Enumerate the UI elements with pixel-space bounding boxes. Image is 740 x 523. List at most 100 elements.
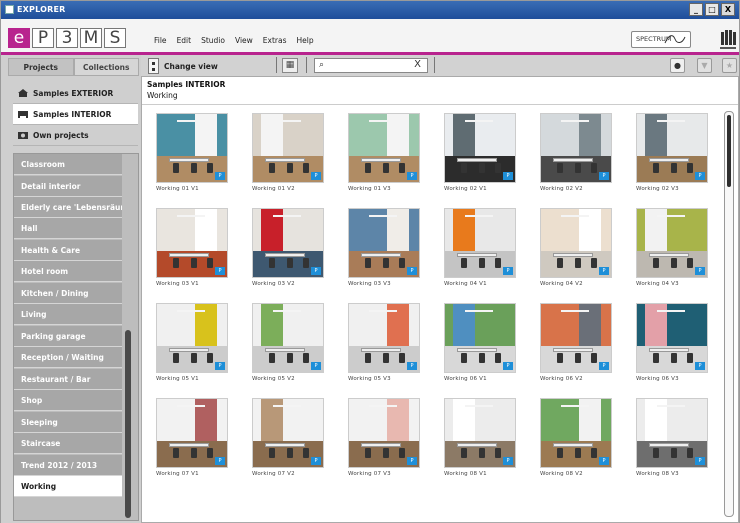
thumbnail-card[interactable]: P Working 05 V3	[348, 303, 420, 382]
close-button[interactable]: X	[721, 3, 735, 16]
category-item[interactable]: Hall	[14, 218, 122, 239]
thumbnail-card[interactable]: P Working 04 V2	[540, 208, 612, 287]
thumbnail-card[interactable]: P Working 04 V3	[636, 208, 708, 287]
category-item[interactable]: Classroom	[14, 154, 122, 175]
thumbnail-image[interactable]: P	[444, 208, 516, 278]
thumbnail-image[interactable]: P	[252, 113, 324, 183]
thumbnail-card[interactable]: P Working 07 V2	[252, 398, 324, 477]
thumbnail-card[interactable]: P Working 08 V3	[636, 398, 708, 477]
thumbnail-image[interactable]: P	[156, 208, 228, 278]
thumbnail-image[interactable]: P	[348, 113, 420, 183]
thumbnail-desk	[457, 348, 497, 352]
change-view-button[interactable]: Change view	[148, 58, 218, 74]
grid-icon: ▦	[285, 60, 295, 70]
category-item[interactable]: Hotel room	[14, 261, 122, 282]
search-input[interactable]	[331, 60, 411, 71]
thumbnail-image[interactable]: P	[348, 398, 420, 468]
thumbnail-card[interactable]: P Working 05 V1	[156, 303, 228, 382]
menu-edit[interactable]: Edit	[177, 36, 192, 45]
thumbnail-card[interactable]: P Working 01 V2	[252, 113, 324, 192]
thumbnail-card[interactable]: P Working 01 V3	[348, 113, 420, 192]
menu-view[interactable]: View	[235, 36, 253, 45]
thumbnail-image[interactable]: P	[540, 398, 612, 468]
maximize-button[interactable]: □	[705, 3, 719, 16]
thumbnail-card[interactable]: P Working 03 V3	[348, 208, 420, 287]
minimize-button[interactable]: _	[689, 3, 703, 16]
star-icon: ★	[725, 61, 734, 70]
tab-collections[interactable]: Collections	[73, 58, 139, 76]
thumbnail-desk	[169, 158, 209, 162]
thumbnail-image[interactable]: P	[540, 303, 612, 373]
thumbnail-image[interactable]: P	[444, 303, 516, 373]
thumbnail-card[interactable]: P Working 06 V3	[636, 303, 708, 382]
thumbnail-card[interactable]: P Working 01 V1	[156, 113, 228, 192]
thumbnail-card[interactable]: P Working 03 V2	[252, 208, 324, 287]
top-bar: e P 3 M S File Edit Studio View Extras H…	[1, 19, 739, 55]
category-item[interactable]: Kitchen / Dining	[14, 283, 122, 304]
thumbnail-image[interactable]: P	[636, 113, 708, 183]
category-item[interactable]: Sleeping	[14, 412, 122, 433]
source-samples-exterior[interactable]: Samples EXTERIOR	[13, 83, 138, 104]
category-item[interactable]: Elderly care 'Lebensräume'	[14, 197, 122, 218]
source-own-projects[interactable]: Own projects	[13, 125, 138, 146]
thumbnail-image[interactable]: P	[156, 113, 228, 183]
category-item-selected[interactable]: Working	[14, 476, 122, 497]
menu-help[interactable]: Help	[297, 36, 314, 45]
thumbnail-card[interactable]: P Working 02 V2	[540, 113, 612, 192]
category-item[interactable]: Staircase	[14, 433, 122, 454]
thumbnail-image[interactable]: P	[540, 113, 612, 183]
category-item[interactable]: Parking garage	[14, 326, 122, 347]
thumbnail-desk	[649, 443, 689, 447]
category-item[interactable]: Shop	[14, 390, 122, 411]
thumbnail-card[interactable]: P Working 04 V1	[444, 208, 516, 287]
grid-view-button[interactable]: ▦	[282, 58, 298, 73]
source-samples-interior[interactable]: Samples INTERIOR	[13, 104, 138, 125]
thumbnail-card[interactable]: P Working 02 V1	[444, 113, 516, 192]
thumbnail-card[interactable]: P Working 03 V1	[156, 208, 228, 287]
favorite-button[interactable]: ★	[722, 58, 737, 73]
thumbnail-image[interactable]: P	[348, 303, 420, 373]
thumbnail-card[interactable]: P Working 07 V3	[348, 398, 420, 477]
spectrum-button[interactable]: SPECTRUM	[631, 31, 691, 48]
thumbnail-label: Working 03 V1	[156, 281, 199, 287]
source-list: Samples EXTERIOR Samples INTERIOR Own pr…	[13, 83, 138, 146]
thumbnail-card[interactable]: P Working 08 V2	[540, 398, 612, 477]
thumbnail-card[interactable]: P Working 02 V3	[636, 113, 708, 192]
category-item[interactable]: Trend 2012 / 2013	[14, 455, 122, 476]
thumbnail-image[interactable]: P	[636, 303, 708, 373]
thumbnail-image[interactable]: P	[636, 398, 708, 468]
thumbnail-card[interactable]: P Working 06 V1	[444, 303, 516, 382]
tab-projects[interactable]: Projects	[8, 58, 74, 76]
menu-file[interactable]: File	[154, 36, 167, 45]
thumbnail-image[interactable]: P	[252, 208, 324, 278]
thumbnail-image[interactable]: P	[156, 398, 228, 468]
filter-button[interactable]: ▼	[697, 58, 712, 73]
thumbnail-image[interactable]: P	[252, 303, 324, 373]
thumbnail-image[interactable]: P	[444, 398, 516, 468]
thumbnail-image[interactable]: P	[348, 208, 420, 278]
grid-scrollbar[interactable]	[724, 111, 734, 517]
menu-extras[interactable]: Extras	[263, 36, 287, 45]
category-item[interactable]: Health & Care	[14, 240, 122, 261]
clear-search-button[interactable]: X	[414, 59, 421, 70]
category-item[interactable]: Reception / Waiting	[14, 347, 122, 368]
thumbnail-image[interactable]: P	[156, 303, 228, 373]
thumbnail-image[interactable]: P	[444, 113, 516, 183]
thumbnail-card[interactable]: P Working 06 V2	[540, 303, 612, 382]
category-item[interactable]: Living	[14, 304, 122, 325]
thumbnail-desk	[553, 348, 593, 352]
thumbnail-card[interactable]: P Working 08 V1	[444, 398, 516, 477]
thumbnail-image[interactable]: P	[636, 208, 708, 278]
category-scrollbar[interactable]	[125, 330, 131, 518]
category-item[interactable]: Detail interior	[14, 176, 122, 197]
comment-button[interactable]: ●	[670, 58, 685, 73]
category-item[interactable]: Restaurant / Bar	[14, 369, 122, 390]
thumbnail-card[interactable]: P Working 05 V2	[252, 303, 324, 382]
thumbnail-label: Working 07 V3	[348, 471, 391, 477]
thumbnail-image[interactable]: P	[540, 208, 612, 278]
menu-studio[interactable]: Studio	[201, 36, 225, 45]
thumbnail-ceiling-light	[177, 215, 205, 217]
thumbnail-image[interactable]: P	[252, 398, 324, 468]
grid-scrollbar-thumb[interactable]	[727, 115, 731, 187]
thumbnail-card[interactable]: P Working 07 V1	[156, 398, 228, 477]
